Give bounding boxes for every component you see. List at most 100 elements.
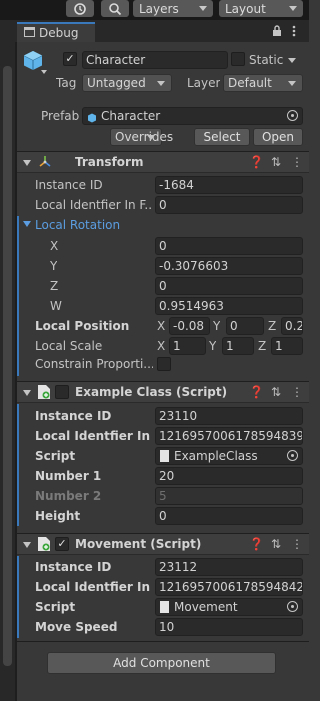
movement-instance-id-label: Instance ID [35, 560, 112, 574]
scale-z-axis[interactable]: Z [258, 338, 266, 354]
presets-icon[interactable]: ⇅ [271, 536, 281, 552]
local-rotation-label: Local Rotation [35, 218, 121, 232]
rotation-w-label: W [50, 299, 62, 313]
position-x-axis[interactable]: X [157, 318, 165, 334]
selection-accent-bar [17, 404, 19, 526]
layers-dropdown[interactable]: Layers [133, 0, 213, 17]
help-icon[interactable]: ❓ [249, 384, 264, 400]
object-picker-icon[interactable] [287, 450, 298, 461]
presets-icon[interactable]: ⇅ [271, 154, 281, 170]
local-scale-label: Local Scale [35, 339, 103, 353]
example-instance-id-field[interactable]: 23110 [155, 407, 303, 425]
example-script-value: ExampleClass [174, 449, 258, 463]
tab-debug[interactable]: Debug [17, 22, 95, 42]
transform-header[interactable]: Transform ❓ ⇅ ⋮ [17, 151, 309, 173]
scale-y-axis[interactable]: Y [209, 338, 216, 354]
tab-debug-label: Debug [39, 26, 79, 40]
number1-field[interactable]: 20 [155, 467, 303, 485]
object-picker-icon[interactable] [287, 110, 298, 121]
script-file-icon [160, 450, 169, 462]
more-menu-icon[interactable]: ⋮ [291, 154, 303, 170]
components-separator [17, 641, 309, 642]
rotation-x-field[interactable]: 0 [155, 237, 303, 255]
height-field[interactable]: 0 [155, 507, 303, 525]
layout-dropdown[interactable]: Layout [219, 0, 303, 17]
gameobject-name-field[interactable]: Character [82, 51, 228, 69]
chevron-down-icon [289, 6, 297, 11]
move-speed-label: Move Speed [35, 620, 118, 634]
local-rotation-foldout-icon[interactable] [23, 221, 31, 227]
tag-label: Tag [56, 76, 77, 90]
position-y-axis[interactable]: Y [213, 318, 220, 334]
foldout-arrow-icon[interactable] [23, 390, 31, 396]
tag-dropdown[interactable]: Untagged [82, 74, 172, 92]
static-checkbox[interactable] [231, 52, 245, 66]
transform-instance-id-field[interactable]: -1684 [155, 176, 303, 194]
lock-icon[interactable] [272, 25, 282, 36]
open-button[interactable]: Open [253, 128, 303, 146]
prefab-field[interactable]: Character [82, 107, 303, 125]
position-z-field[interactable]: 0.2 [281, 317, 303, 335]
add-component-button[interactable]: Add Component [47, 652, 276, 674]
scale-x-axis[interactable]: X [157, 338, 165, 354]
icon-dropdown-arrow-icon[interactable] [41, 70, 47, 74]
script-icon [37, 536, 51, 552]
movement-enabled-checkbox[interactable]: ✓ [55, 537, 69, 551]
static-dropdown-arrow-icon[interactable] [288, 58, 296, 63]
tag-value: Untagged [87, 76, 146, 90]
more-menu-icon[interactable]: ⋮ [291, 536, 303, 552]
local-position-label: Local Position [35, 319, 130, 333]
example-local-identifier-field[interactable]: 1216957006178594839 [155, 427, 303, 445]
script-file-icon [160, 601, 169, 613]
more-menu-icon[interactable]: ⋮ [291, 384, 303, 400]
rotation-w-field[interactable]: 0.9514963 [155, 297, 303, 315]
scale-x-field[interactable]: 1 [169, 337, 206, 355]
example-script-field[interactable]: ExampleClass [155, 447, 303, 465]
number1-label: Number 1 [35, 469, 102, 483]
prefab-value: Character [101, 109, 161, 123]
select-button[interactable]: Select [194, 128, 250, 146]
position-y-field[interactable]: 0 [226, 317, 264, 335]
rotation-y-field[interactable]: -0.3076603 [155, 257, 303, 275]
static-label: Static [249, 53, 284, 67]
selection-accent-bar [17, 556, 19, 638]
help-icon[interactable]: ❓ [249, 536, 264, 552]
help-icon[interactable]: ❓ [249, 154, 264, 170]
rotation-z-field[interactable]: 0 [155, 277, 303, 295]
overrides-dropdown[interactable]: Overrides [110, 128, 173, 146]
scale-y-field[interactable]: 1 [222, 337, 254, 355]
foldout-arrow-icon[interactable] [23, 160, 31, 166]
transform-title: Transform [75, 155, 144, 169]
more-menu-icon[interactable] [292, 24, 296, 38]
movement-instance-id-field[interactable]: 23112 [155, 558, 303, 576]
layout-label: Layout [225, 1, 266, 16]
search-button[interactable] [101, 0, 129, 17]
scrollbar[interactable] [3, 66, 12, 666]
movement-title: Movement (Script) [75, 537, 202, 551]
example-class-header[interactable]: Example Class (Script) ❓ ⇅ ⋮ [17, 381, 309, 403]
rotation-z-label: Z [50, 279, 59, 293]
history-icon [74, 2, 86, 15]
window-icon [24, 27, 35, 37]
movement-local-identifier-label: Local Identfier In F... [35, 580, 153, 594]
active-checkbox[interactable]: ✓ [63, 52, 77, 66]
example-class-enabled-checkbox[interactable] [55, 385, 69, 399]
position-z-axis[interactable]: Z [268, 318, 276, 334]
transform-local-identifier-field[interactable]: 0 [155, 196, 303, 214]
chevron-down-icon [199, 6, 207, 11]
object-picker-icon[interactable] [287, 601, 298, 612]
move-speed-field[interactable]: 10 [155, 618, 303, 636]
movement-script-label: Script [35, 600, 76, 614]
movement-script-field[interactable]: Movement [155, 598, 303, 616]
position-x-field[interactable]: -0.08 [169, 317, 210, 335]
layer-dropdown[interactable]: Default [223, 74, 303, 92]
chevron-down-icon [288, 81, 296, 86]
movement-local-identifier-field[interactable]: 1216957006178594842 [155, 578, 303, 596]
foldout-arrow-icon[interactable] [23, 542, 31, 548]
movement-header[interactable]: ✓ Movement (Script) ❓ ⇅ ⋮ [17, 533, 309, 555]
history-button[interactable] [66, 0, 94, 17]
search-icon [109, 2, 122, 15]
constrain-proportions-checkbox[interactable] [157, 357, 171, 371]
presets-icon[interactable]: ⇅ [271, 384, 281, 400]
scale-z-field[interactable]: 1 [271, 337, 303, 355]
